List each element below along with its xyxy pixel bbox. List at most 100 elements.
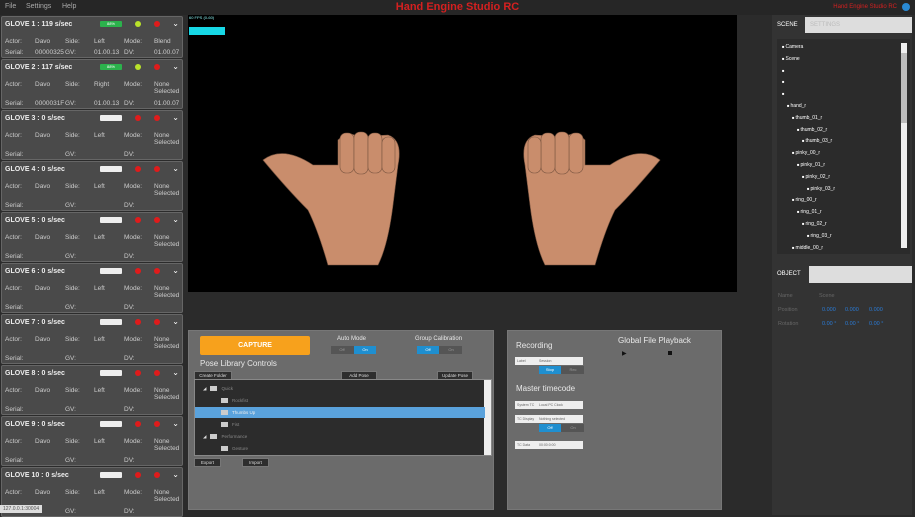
scene-node[interactable]: Scene [782, 56, 800, 62]
record-button[interactable]: Rec [562, 366, 584, 374]
glove-list: GLOVE 1 : 119 s/sec 88% ⌄ Actor: Davo Si… [0, 15, 184, 517]
rotation-y[interactable]: 0.00 ° [845, 321, 859, 327]
scene-node[interactable]: thumb_01_r [792, 115, 823, 121]
actor-value: Davo [35, 183, 51, 190]
scene-node[interactable] [782, 68, 784, 74]
rotation-z[interactable]: 0.00 ° [869, 321, 883, 327]
chevron-down-icon[interactable]: ⌄ [172, 470, 179, 479]
actor-label: Actor: [5, 234, 22, 241]
chevron-down-icon[interactable]: ⌄ [172, 368, 179, 377]
expander-icon[interactable]: ◢ [203, 434, 206, 439]
chevron-down-icon[interactable]: ⌄ [172, 113, 179, 122]
position-z[interactable]: 0.000 [869, 307, 883, 313]
scene-node[interactable]: thumb_03_r [802, 138, 833, 144]
pose-panel: CAPTURE Auto Mode Off On Group Calibratio… [188, 330, 494, 510]
import-button[interactable]: Import [242, 458, 269, 467]
chevron-down-icon[interactable]: ⌄ [172, 266, 179, 275]
toggle-off[interactable]: Off [331, 346, 353, 354]
serial-value: 0000031F [35, 100, 65, 107]
pose-tree-item[interactable]: Gesture [195, 443, 485, 454]
tab-object[interactable]: OBJECT [772, 266, 809, 283]
scene-node[interactable]: ring_01_r [797, 209, 822, 215]
chevron-down-icon[interactable]: ⌄ [172, 19, 179, 28]
connection-status-icon [135, 421, 141, 427]
group-calibration-toggle[interactable]: Off On [417, 346, 462, 354]
master-timecode-title: Master timecode [516, 384, 576, 393]
chevron-down-icon[interactable]: ⌄ [172, 419, 179, 428]
pose-tree-item[interactable]: Rockfist [195, 395, 485, 406]
dv-value: 01.00.07 [154, 49, 180, 56]
toggle-on[interactable]: On [562, 424, 584, 432]
dv-label: DV: [124, 304, 135, 311]
right-panel: SCENE SETTINGS Camera Scene hand_r thumb_01… [772, 15, 912, 515]
scene-node[interactable]: ring_02_r [802, 221, 827, 227]
tc-display-select[interactable]: TC Display Nothing selected [515, 415, 583, 423]
record-toggle[interactable]: Stop Rec [539, 366, 584, 374]
global-playback-title: Global File Playback [618, 336, 691, 345]
app-title: Hand Engine Studio RC [395, 1, 520, 13]
tab-scene[interactable]: SCENE [772, 17, 803, 33]
system-tc-select[interactable]: System TC Local PC Clock [515, 401, 583, 409]
scene-node[interactable]: middle_00_r [792, 245, 824, 251]
glove-title: GLOVE 3 : 0 s/sec [5, 115, 65, 122]
battery-indicator [100, 319, 122, 325]
stop-icon[interactable] [668, 351, 672, 355]
chevron-down-icon[interactable]: ⌄ [172, 62, 179, 71]
serial-label: Serial: [5, 253, 24, 260]
label-field[interactable]: Label Session [515, 357, 583, 365]
scene-node[interactable]: Camera [782, 44, 804, 50]
connection-status-icon [135, 115, 141, 121]
auto-mode-toggle[interactable]: Off On [331, 346, 376, 354]
toggle-on[interactable]: On [440, 346, 462, 354]
serial-label: Serial: [5, 355, 24, 362]
actor-value: Davo [35, 438, 51, 445]
connection-status-icon [135, 64, 141, 70]
dv-label: DV: [124, 49, 135, 56]
pose-tree-item[interactable]: Fist [195, 419, 485, 430]
scene-node[interactable]: pinky_03_r [807, 186, 835, 192]
toggle-on[interactable]: On [354, 346, 376, 354]
3d-viewport[interactable]: 60 FPS (0-60) [188, 15, 737, 292]
stop-button[interactable]: Stop [539, 366, 561, 374]
glove-title: GLOVE 5 : 0 s/sec [5, 217, 65, 224]
scene-node[interactable]: pinky_00_r [792, 150, 820, 156]
scene-node[interactable]: pinky_02_r [802, 174, 830, 180]
scene-node[interactable] [782, 79, 784, 85]
pose-tree-label: Fist [232, 422, 240, 427]
pose-tree-item[interactable]: Thumbs Up [195, 407, 485, 418]
tab-settings[interactable]: SETTINGS [805, 17, 912, 33]
export-button[interactable]: Export [194, 458, 221, 467]
scene-node[interactable]: hand_r [787, 103, 807, 109]
scene-node[interactable]: ring_03_r [807, 233, 832, 239]
play-icon[interactable]: ▶ [622, 350, 627, 357]
dv-label: DV: [124, 457, 135, 464]
scene-node[interactable]: pinky_01_r [797, 162, 825, 168]
scene-tree: Camera Scene hand_r thumb_01_r thumb_02_rthu… [777, 39, 910, 254]
pose-tree-item[interactable]: ◢ Quick [195, 383, 485, 394]
scene-node[interactable] [782, 91, 784, 97]
tc-toggle[interactable]: Off On [539, 424, 584, 432]
mode-label: Mode: [124, 234, 143, 241]
scene-scrollbar[interactable] [901, 43, 907, 248]
rotation-x[interactable]: 0.00 ° [822, 321, 836, 327]
scene-node[interactable]: ring_00_r [792, 197, 817, 203]
chevron-down-icon[interactable]: ⌄ [172, 215, 179, 224]
scene-scroll-thumb[interactable] [901, 53, 907, 123]
scene-node[interactable]: thumb_02_r [797, 127, 828, 133]
pose-tree-item[interactable]: ◢ Performance [195, 431, 485, 442]
position-y[interactable]: 0.000 [845, 307, 859, 313]
chevron-down-icon[interactable]: ⌄ [172, 317, 179, 326]
mode-value: None Selected [154, 489, 180, 503]
status-bar: 127.0.0.1:30004 [0, 505, 43, 513]
toggle-off[interactable]: Off [417, 346, 439, 354]
toggle-off[interactable]: Off [539, 424, 561, 432]
chevron-down-icon[interactable]: ⌄ [172, 164, 179, 173]
expander-icon[interactable]: ◢ [203, 386, 206, 391]
dv-label: DV: [124, 406, 135, 413]
pose-tree-scrollbar[interactable] [484, 380, 491, 455]
serial-value: 00000325 [35, 49, 64, 56]
position-x[interactable]: 0.000 [822, 307, 836, 313]
side-value: Left [94, 234, 105, 241]
capture-button[interactable]: CAPTURE [200, 336, 310, 355]
glove-title: GLOVE 4 : 0 s/sec [5, 166, 65, 173]
